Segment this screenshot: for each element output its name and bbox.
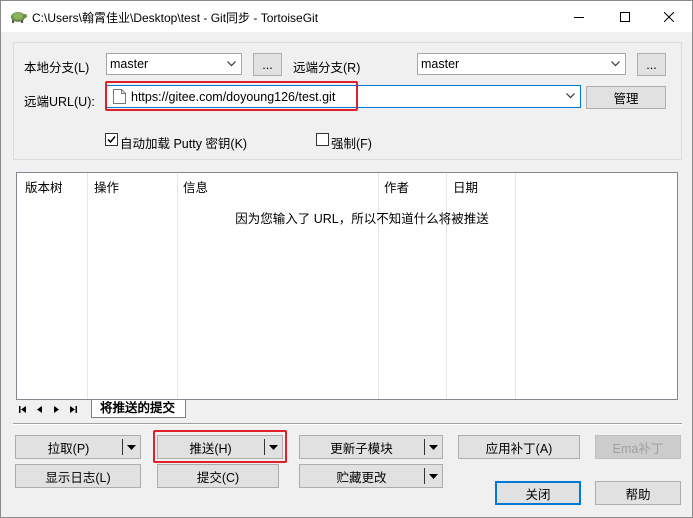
push-split-button[interactable]: 推送(H) bbox=[157, 435, 283, 459]
browse-remote-branch-button[interactable]: ... bbox=[637, 53, 666, 76]
show-log-button[interactable]: 显示日志(L) bbox=[15, 464, 141, 488]
stash-dropdown[interactable] bbox=[424, 465, 442, 487]
chevron-down-icon bbox=[227, 61, 236, 67]
help-button[interactable]: 帮助 bbox=[595, 481, 681, 505]
minimize-icon bbox=[574, 16, 584, 18]
separator bbox=[13, 423, 682, 425]
tab-commits-to-push[interactable]: 将推送的提交 bbox=[91, 400, 187, 418]
close-icon bbox=[664, 11, 674, 22]
stash-button[interactable]: 贮藏更改 bbox=[300, 465, 423, 487]
update-submodules-button[interactable]: 更新子模块 bbox=[300, 436, 423, 458]
chevron-down-icon bbox=[611, 61, 620, 67]
local-branch-select[interactable]: master bbox=[106, 53, 242, 75]
chevron-down-icon bbox=[566, 93, 575, 99]
empty-list-message: 因为您输入了 URL，所以不知道什么将被推送 bbox=[235, 212, 489, 226]
column-header-graph[interactable]: 版本树 bbox=[25, 177, 63, 196]
pull-button[interactable]: 拉取(P) bbox=[16, 436, 121, 458]
update-submodules-dropdown[interactable] bbox=[424, 436, 442, 458]
close-button[interactable]: 关闭 bbox=[495, 481, 581, 505]
column-divider bbox=[515, 173, 516, 399]
manage-remotes-button[interactable]: 管理 bbox=[586, 86, 666, 109]
last-tab-button[interactable] bbox=[68, 403, 79, 415]
autoload-putty-checkbox[interactable] bbox=[105, 133, 118, 146]
document-icon bbox=[113, 89, 126, 104]
commits-list[interactable]: 版本树 操作 信息 作者 日期 因为您输入了 URL，所以不知道什么将被推送 bbox=[16, 172, 678, 400]
update-submodules-split-button[interactable]: 更新子模块 bbox=[299, 435, 443, 459]
column-divider bbox=[378, 173, 379, 399]
apply-patch-button[interactable]: 应用补丁(A) bbox=[458, 435, 580, 459]
maximize-button[interactable] bbox=[602, 1, 648, 32]
push-button[interactable]: 推送(H) bbox=[158, 436, 263, 458]
push-dropdown[interactable] bbox=[264, 436, 282, 458]
prev-tab-button[interactable] bbox=[34, 403, 45, 415]
pull-split-button[interactable]: 拉取(P) bbox=[15, 435, 141, 459]
force-checkbox[interactable] bbox=[316, 133, 329, 146]
email-patch-button[interactable]: Ema补丁 bbox=[595, 435, 681, 459]
stash-split-button[interactable]: 贮藏更改 bbox=[299, 464, 443, 488]
local-branch-label: 本地分支(L) bbox=[24, 61, 90, 75]
triangle-down-icon bbox=[428, 444, 438, 450]
triangle-down-icon bbox=[428, 473, 438, 479]
column-divider bbox=[177, 173, 178, 399]
triangle-down-icon bbox=[126, 444, 136, 450]
force-label: 强制(F) bbox=[331, 137, 372, 151]
remote-url-value: https://gitee.com/doyoung126/test.git bbox=[131, 90, 336, 104]
browse-local-branch-button[interactable]: ... bbox=[253, 53, 282, 76]
column-header-action[interactable]: 操作 bbox=[94, 177, 119, 196]
tab-navigation bbox=[17, 401, 85, 417]
autoload-putty-label: 自动加载 Putty 密钥(K) bbox=[120, 137, 248, 151]
pull-dropdown[interactable] bbox=[122, 436, 140, 458]
remote-url-input[interactable]: https://gitee.com/doyoung126/test.git bbox=[106, 85, 581, 108]
minimize-button[interactable] bbox=[556, 1, 602, 32]
local-branch-value: master bbox=[110, 57, 149, 71]
column-divider bbox=[87, 173, 88, 399]
remote-url-label: 远端URL(U): bbox=[24, 95, 95, 109]
close-window-button[interactable] bbox=[646, 1, 692, 32]
triangle-down-icon bbox=[268, 444, 278, 450]
commit-button[interactable]: 提交(C) bbox=[157, 464, 279, 488]
remote-branch-value: master bbox=[421, 57, 460, 71]
title-bar: C:\Users\翰霄佳业\Desktop\test - Git同步 - Tor… bbox=[1, 1, 692, 32]
next-tab-button[interactable] bbox=[51, 403, 62, 415]
column-header-message[interactable]: 信息 bbox=[183, 177, 208, 196]
column-header-date[interactable]: 日期 bbox=[453, 177, 478, 196]
remote-branch-select[interactable]: master bbox=[417, 53, 626, 75]
git-sync-dialog: C:\Users\翰霄佳业\Desktop\test - Git同步 - Tor… bbox=[0, 0, 693, 518]
first-tab-button[interactable] bbox=[17, 403, 28, 415]
tortoisegit-icon bbox=[11, 12, 27, 23]
checkmark-icon bbox=[107, 136, 116, 144]
remote-branch-label: 远端分支(R) bbox=[293, 61, 361, 75]
maximize-icon bbox=[620, 11, 630, 22]
column-header-author[interactable]: 作者 bbox=[384, 177, 409, 196]
prev-icon bbox=[37, 405, 42, 413]
first-icon bbox=[19, 405, 26, 413]
window-title: C:\Users\翰霄佳业\Desktop\test - Git同步 - Tor… bbox=[32, 11, 319, 25]
last-icon bbox=[70, 405, 77, 413]
next-icon bbox=[54, 405, 59, 413]
column-divider bbox=[446, 173, 447, 399]
